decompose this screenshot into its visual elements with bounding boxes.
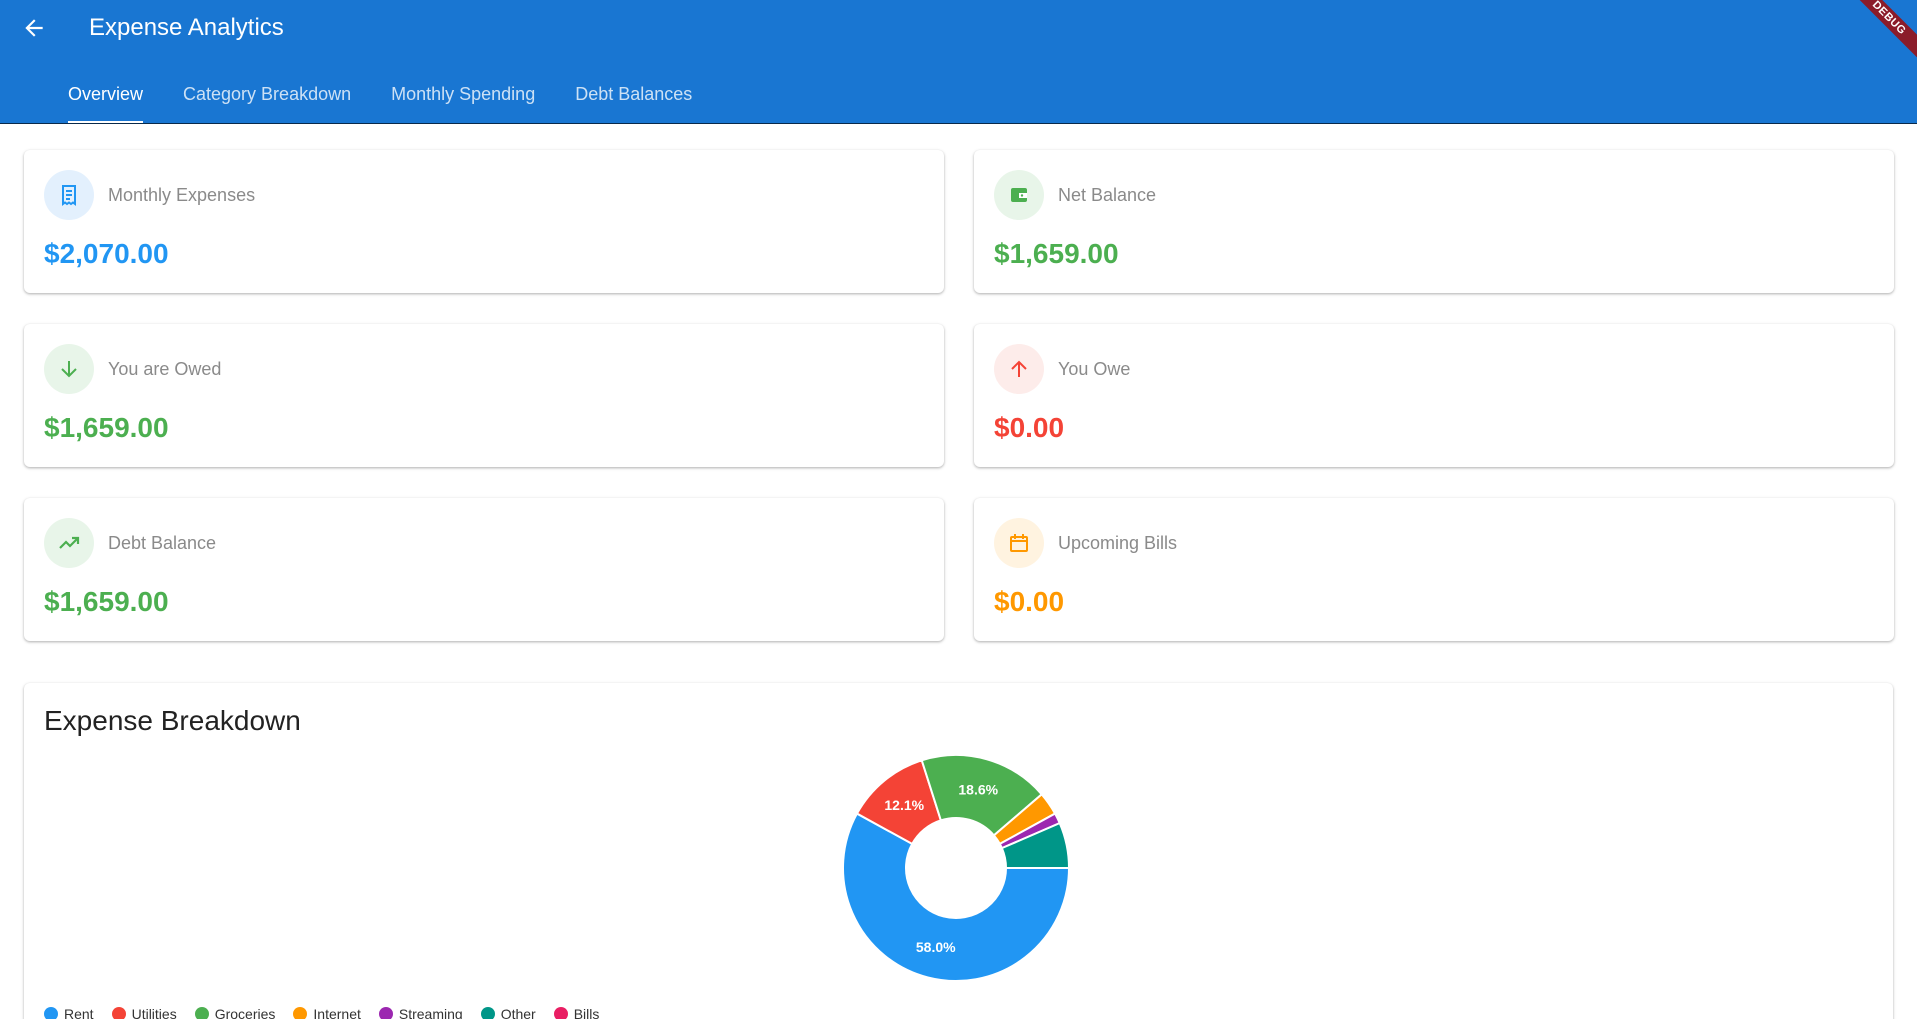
legend-label: Groceries <box>214 1006 276 1019</box>
legend-dot <box>44 1007 58 1019</box>
stat-label: Net Balance <box>1058 185 1157 205</box>
chart-legend: Rent Utilities Groceries Internet Streaming O… <box>44 1006 617 1019</box>
pie-data-label: 18.6% <box>958 782 998 798</box>
legend-label: Other <box>500 1006 536 1019</box>
calendar-icon-container <box>994 518 1044 568</box>
stat-value: $0.00 <box>994 412 1065 443</box>
legend-item-rent: Rent <box>44 1006 94 1019</box>
legend-item-streaming: Streaming <box>378 1006 463 1019</box>
stat-value: $0.00 <box>994 586 1065 617</box>
legend-item-bills: Bills <box>553 1006 600 1019</box>
stat-value: $1,659.00 <box>44 412 169 443</box>
stat-card-you-owe: You Owe $0.00 <box>974 324 1894 467</box>
stat-card-upcoming-bills: Upcoming Bills $0.00 <box>974 498 1894 641</box>
legend-item-utilities: Utilities <box>111 1006 177 1019</box>
legend-dot <box>480 1007 495 1019</box>
tab-bar: Overview Category Breakdown Monthly Spendi… <box>68 76 732 123</box>
stat-label: You are Owed <box>108 359 222 379</box>
legend-dot <box>378 1007 393 1019</box>
legend-dot <box>553 1007 568 1019</box>
wallet-icon <box>1011 188 1027 202</box>
stat-card-debt-balance: Debt Balance $1,659.00 <box>24 498 944 641</box>
chart-title: Expense Breakdown <box>44 705 301 736</box>
trending-up-icon <box>59 536 80 549</box>
trending-up-icon-container <box>44 518 94 568</box>
calendar-icon <box>1010 534 1028 552</box>
expense-donut-chart: 58.0% 12.1% 18.6% <box>842 754 1071 982</box>
receipt-icon-container <box>44 170 94 220</box>
arrow-back-icon <box>25 19 43 37</box>
wallet-icon-container <box>994 170 1044 220</box>
debug-banner: DEBUG <box>1840 0 1917 67</box>
pie-data-label: 12.1% <box>884 797 924 813</box>
tab-category-breakdown[interactable]: Category Breakdown <box>183 76 351 123</box>
legend-label: Internet <box>313 1006 361 1019</box>
legend-label: Utilities <box>131 1006 177 1019</box>
back-button[interactable] <box>16 10 52 46</box>
arrow-down-icon <box>61 361 77 378</box>
tab-overview[interactable]: Overview <box>68 76 144 123</box>
legend-item-groceries: Groceries <box>194 1006 276 1019</box>
stat-card-you-are-owed: You are Owed $1,659.00 <box>24 324 944 467</box>
pie-data-label: 58.0% <box>916 939 956 955</box>
receipt-icon <box>62 185 76 206</box>
stat-value: $2,070.00 <box>44 238 169 269</box>
legend-label: Bills <box>573 1006 600 1019</box>
app-bar: Expense Analytics Overview Category Break… <box>0 0 1917 124</box>
page-title: Expense Analytics <box>89 14 284 41</box>
stat-value: $1,659.00 <box>994 238 1119 269</box>
stat-card-net-balance: Net Balance $1,659.00 <box>974 150 1894 293</box>
tab-debt-balances[interactable]: Debt Balances <box>575 76 692 123</box>
stat-card-monthly-expenses: Monthly Expenses $2,070.00 <box>24 150 944 293</box>
stat-label: Upcoming Bills <box>1058 533 1178 553</box>
legend-dot <box>111 1007 126 1019</box>
tab-monthly-spending[interactable]: Monthly Spending <box>391 76 535 123</box>
legend-label: Rent <box>64 1006 94 1019</box>
legend-dot <box>293 1007 308 1019</box>
legend-dot <box>194 1007 209 1019</box>
arrow-up-icon-container <box>994 344 1044 394</box>
legend-item-other: Other <box>480 1006 536 1019</box>
legend-item-internet: Internet <box>293 1006 361 1019</box>
stat-value: $1,659.00 <box>44 586 169 617</box>
stat-label: You Owe <box>1058 359 1131 379</box>
stat-label: Debt Balance <box>108 533 217 553</box>
arrow-down-icon-container <box>44 344 94 394</box>
arrow-up-icon <box>1011 360 1027 377</box>
stat-label: Monthly Expenses <box>108 185 256 205</box>
legend-label: Streaming <box>398 1006 463 1019</box>
